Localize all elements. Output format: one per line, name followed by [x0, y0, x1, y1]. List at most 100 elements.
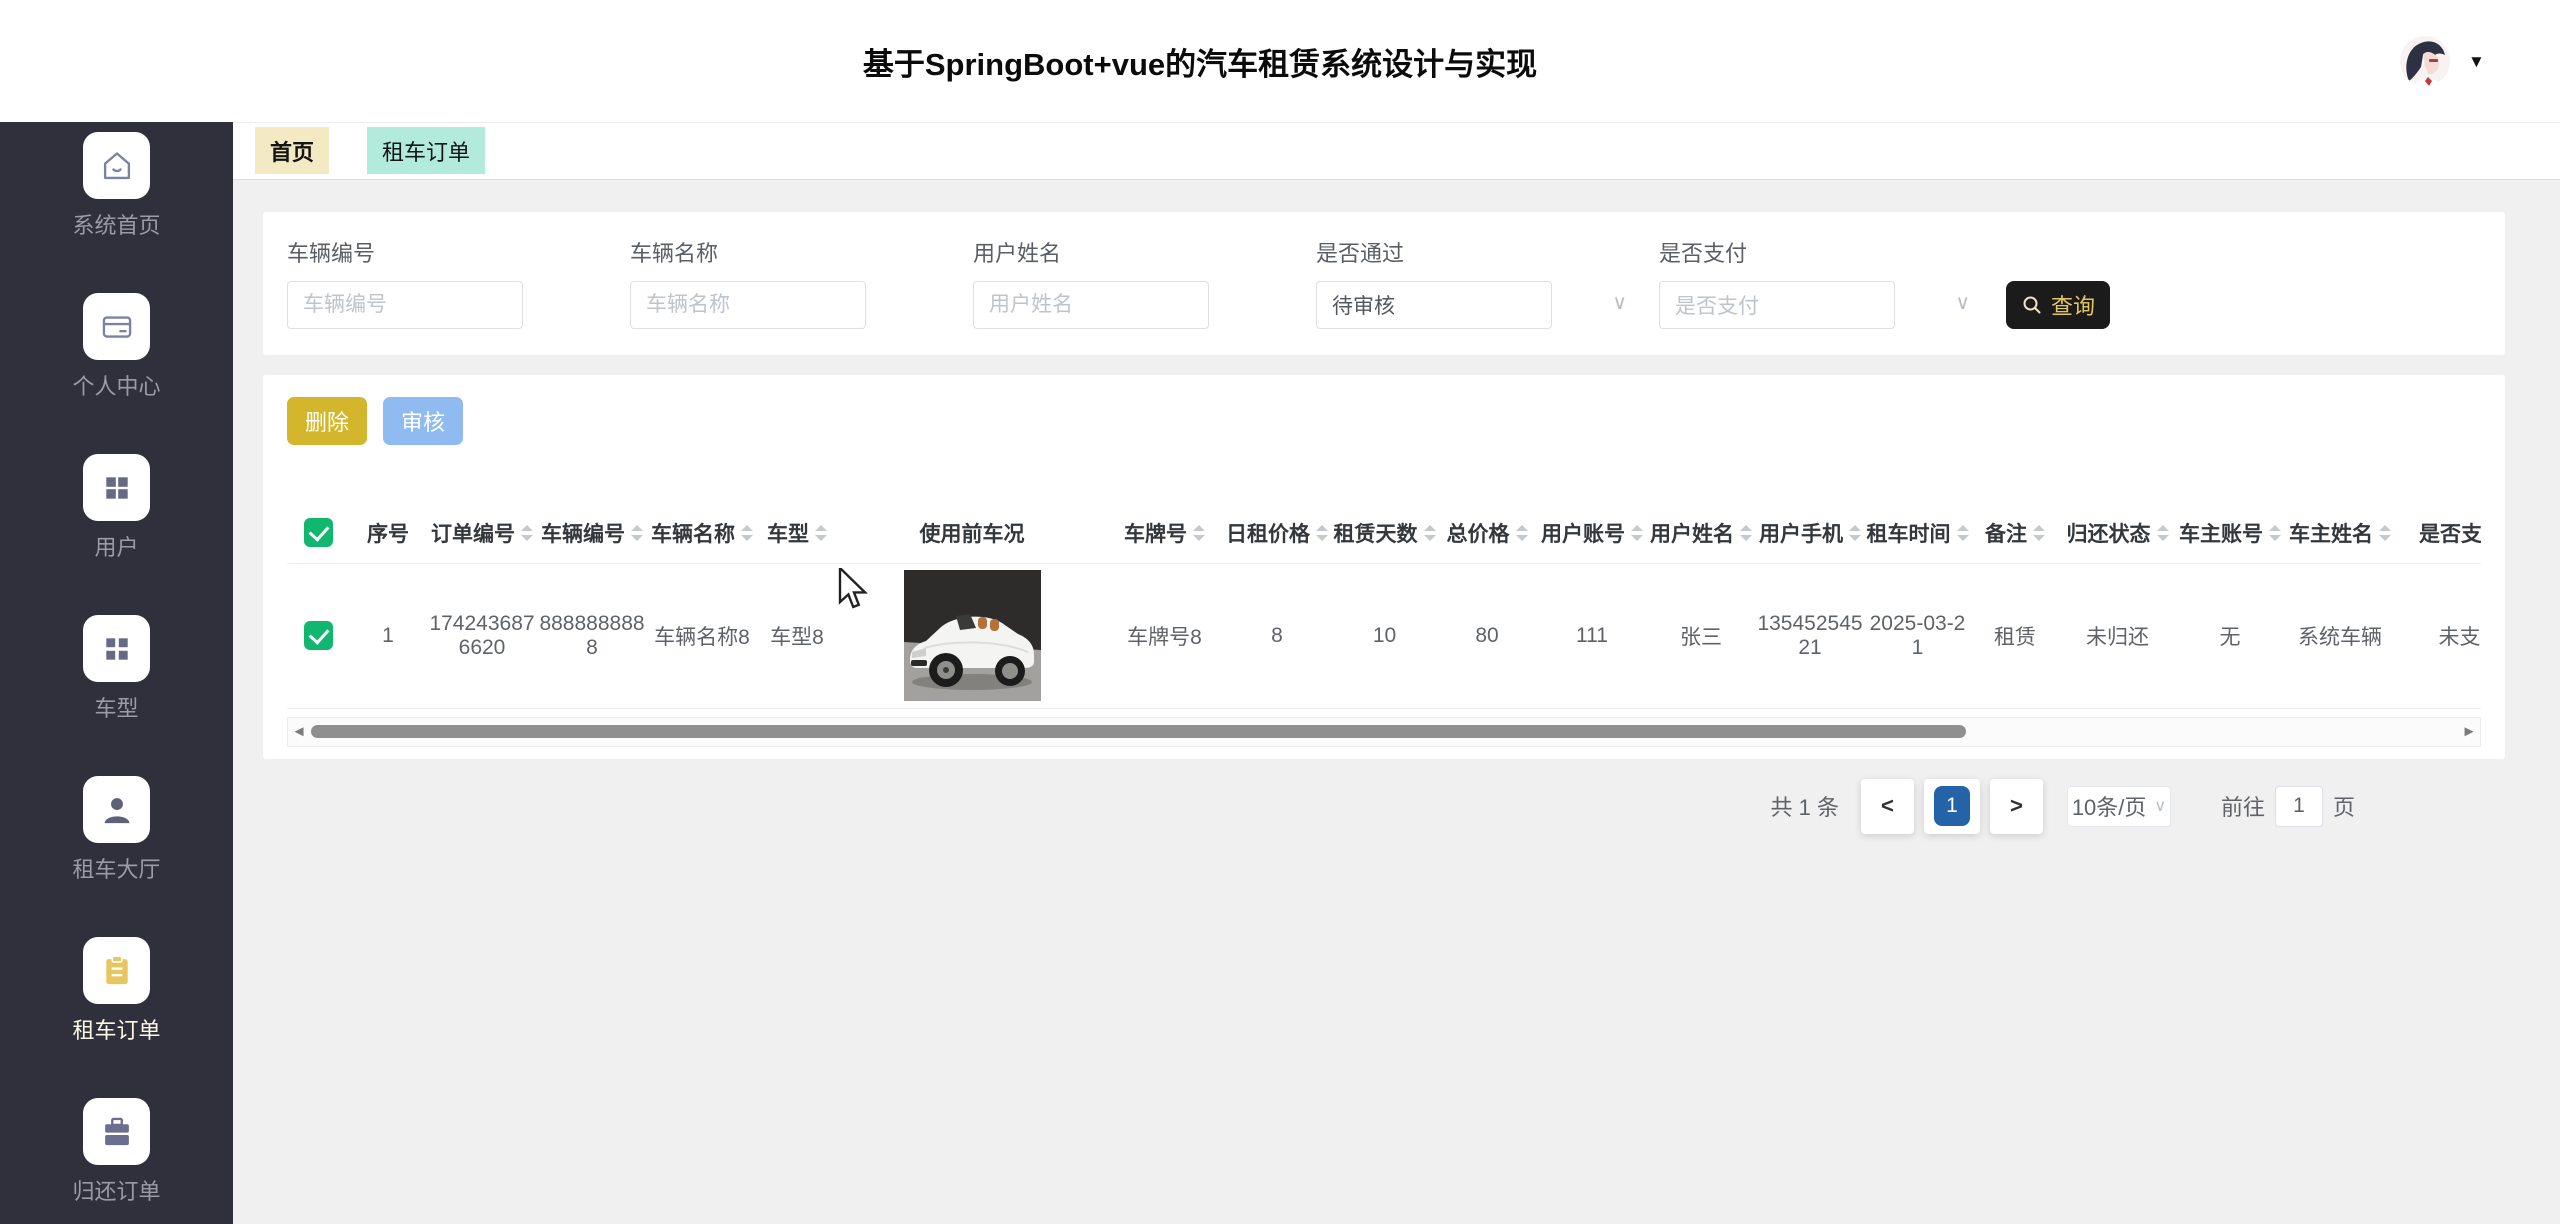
home-icon	[83, 132, 150, 199]
sort-icon[interactable]	[815, 525, 827, 541]
orders-table-wrap: 序号 订单编号 车辆编号 车辆名称 车型 使用前车况 车牌号 日租价格 租赁天数…	[287, 503, 2481, 709]
sort-icon[interactable]	[1516, 525, 1528, 541]
scroll-right-icon[interactable]: ►	[2458, 717, 2480, 747]
goto-page-input[interactable]	[2275, 786, 2323, 827]
col-vehicle-no[interactable]: 车辆编号	[537, 503, 647, 563]
sidebar-item-return-orders[interactable]: 归还订单	[0, 1098, 233, 1206]
total-count: 共 1 条	[1771, 790, 1839, 822]
field-label: 是否通过	[1316, 236, 1659, 268]
sidebar-item-rental-hall[interactable]: 租车大厅	[0, 776, 233, 884]
approval-status-select[interactable]: 待审核	[1316, 281, 1552, 329]
content-area: 车辆编号 车辆名称 用户姓名 是否通过 待审核 ∨	[233, 180, 2560, 1224]
field-label: 车辆名称	[630, 236, 973, 268]
chevron-down-icon[interactable]: ▼	[2468, 53, 2485, 70]
col-serial: 序号	[349, 503, 427, 563]
page-title: 基于SpringBoot+vue的汽车租赁系统设计与实现	[0, 39, 2400, 84]
sort-icon[interactable]	[521, 525, 533, 541]
tab-home[interactable]: 首页	[255, 127, 329, 174]
avatar[interactable]	[2400, 36, 2450, 86]
col-user-name[interactable]: 用户姓名	[1647, 503, 1755, 563]
search-button[interactable]: 查询	[2006, 281, 2110, 329]
sort-icon[interactable]	[2033, 525, 2045, 541]
col-rent-time[interactable]: 租车时间	[1865, 503, 1970, 563]
chevron-down-icon[interactable]: ∨	[1612, 290, 1627, 315]
field-user-name: 用户姓名	[973, 236, 1316, 329]
car-photo[interactable]	[904, 570, 1041, 701]
search-button-label: 查询	[2051, 289, 2095, 321]
col-order-no[interactable]: 订单编号	[427, 503, 537, 563]
sidebar-item-label: 租车订单	[72, 1013, 160, 1045]
col-user-phone[interactable]: 用户手机	[1755, 503, 1865, 563]
sidebar: 系统首页 个人中心 用户	[0, 122, 233, 1224]
col-owner-account[interactable]: 车主账号	[2175, 503, 2285, 563]
page-1-button[interactable]: 1	[1924, 779, 1980, 834]
sort-icon[interactable]	[1631, 525, 1643, 541]
col-user-account[interactable]: 用户账号	[1537, 503, 1647, 563]
cell-return-status: 未归还	[2060, 563, 2175, 708]
pagination: 共 1 条 < 1 > 10条/页 ∨ 前往 页	[263, 779, 2505, 834]
sidebar-item-car-models[interactable]: 车型	[0, 615, 233, 723]
sort-icon[interactable]	[1424, 525, 1436, 541]
sort-icon[interactable]	[1193, 525, 1205, 541]
page-size-value: 10条/页	[2072, 790, 2147, 822]
payment-status-select[interactable]: 是否支付	[1659, 281, 1895, 329]
cell-user-phone: 13545254521	[1755, 563, 1865, 708]
cell-total: 80	[1437, 563, 1537, 708]
sort-icon[interactable]	[1316, 525, 1328, 541]
sort-icon[interactable]	[1740, 525, 1752, 541]
search-icon	[2021, 294, 2043, 316]
sort-icon[interactable]	[2269, 525, 2281, 541]
chevron-down-icon[interactable]: ∨	[1955, 290, 1970, 315]
col-days[interactable]: 租赁天数	[1332, 503, 1437, 563]
sort-icon[interactable]	[741, 525, 753, 541]
col-vehicle-name[interactable]: 车辆名称	[647, 503, 757, 563]
vehicle-name-input[interactable]	[630, 281, 866, 329]
card-icon	[83, 293, 150, 360]
top-header: 基于SpringBoot+vue的汽车租赁系统设计与实现 ▼	[0, 0, 2560, 122]
sidebar-item-label: 租车大厅	[72, 852, 160, 884]
table-panel: 删除 审核	[263, 375, 2505, 759]
sort-icon[interactable]	[631, 525, 643, 541]
col-model[interactable]: 车型	[757, 503, 837, 563]
user-menu[interactable]: ▼	[2400, 36, 2560, 86]
col-return-status[interactable]: 归还状态	[2060, 503, 2175, 563]
col-owner-name[interactable]: 车主姓名	[2285, 503, 2395, 563]
sidebar-item-label: 系统首页	[72, 208, 160, 240]
sort-icon[interactable]	[2157, 525, 2169, 541]
briefcase-icon	[83, 1098, 150, 1165]
scrollbar-thumb[interactable]	[311, 725, 1966, 738]
col-daily-price[interactable]: 日租价格	[1222, 503, 1332, 563]
sidebar-item-users[interactable]: 用户	[0, 454, 233, 562]
delete-button[interactable]: 删除	[287, 397, 367, 445]
col-plate[interactable]: 车牌号	[1107, 503, 1222, 563]
sort-icon[interactable]	[2379, 525, 2391, 541]
scroll-left-icon[interactable]: ◄	[288, 717, 310, 747]
prev-page-button[interactable]: <	[1861, 779, 1914, 834]
person-icon	[83, 776, 150, 843]
sort-icon[interactable]	[1957, 525, 1969, 541]
user-name-input[interactable]	[973, 281, 1209, 329]
action-row: 删除 审核	[287, 397, 2481, 445]
row-checkbox[interactable]	[304, 621, 333, 650]
search-panel: 车辆编号 车辆名称 用户姓名 是否通过 待审核 ∨	[263, 212, 2505, 355]
page-size-select[interactable]: 10条/页 ∨	[2067, 786, 2171, 827]
horizontal-scrollbar[interactable]: ◄ ►	[287, 717, 2481, 747]
review-button[interactable]: 审核	[383, 397, 463, 445]
vehicle-id-input[interactable]	[287, 281, 523, 329]
sidebar-item-home[interactable]: 系统首页	[0, 132, 233, 240]
col-total[interactable]: 总价格	[1437, 503, 1537, 563]
select-placeholder: 是否支付	[1675, 290, 1759, 320]
sidebar-item-rental-orders[interactable]: 租车订单	[0, 937, 233, 1045]
current-page: 1	[1934, 786, 1970, 826]
cell-plate: 车牌号8	[1107, 563, 1222, 708]
sort-icon[interactable]	[1849, 525, 1861, 541]
col-remark[interactable]: 备注	[1970, 503, 2060, 563]
cell-remark: 租赁	[1970, 563, 2060, 708]
select-value: 待审核	[1332, 290, 1395, 320]
goto-unit: 页	[2333, 790, 2355, 822]
next-page-button[interactable]: >	[1990, 779, 2043, 834]
sidebar-item-profile[interactable]: 个人中心	[0, 293, 233, 401]
col-paid[interactable]: 是否支付	[2395, 503, 2481, 563]
select-all-checkbox[interactable]	[304, 518, 333, 547]
tab-rental-orders[interactable]: 租车订单	[367, 127, 485, 174]
